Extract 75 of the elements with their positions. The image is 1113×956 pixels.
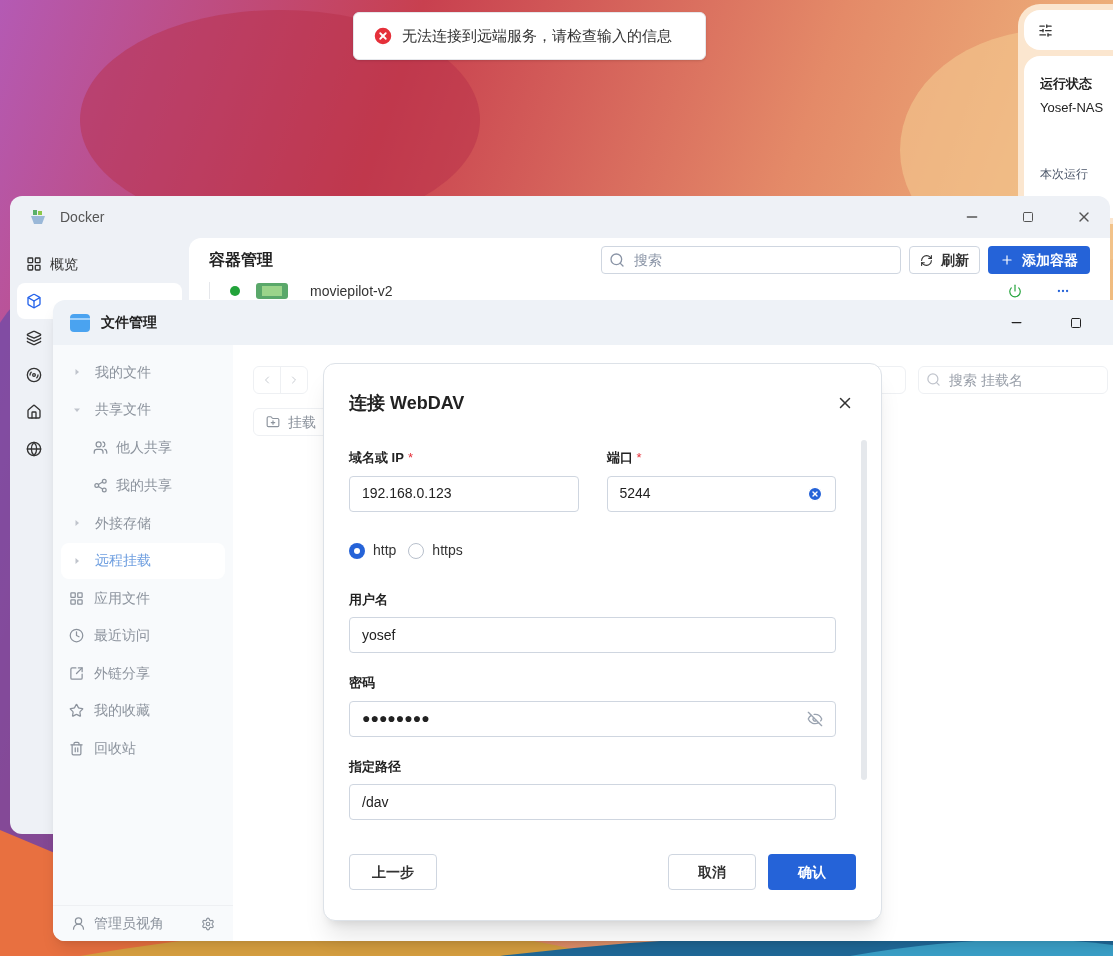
sidebar-item[interactable]: 我的文件 [61,354,225,391]
sidebar-icon [26,256,42,272]
input-field[interactable]: 192.168.0.123 [349,475,579,512]
sidebar-icon [93,440,108,455]
container-row[interactable]: moviepilot-v2 [209,282,1090,299]
panel-title: 容器管理 [209,250,273,270]
previous-button[interactable]: 上一步 [349,854,437,890]
filter-icon[interactable] [1038,22,1053,38]
refresh-button[interactable]: 刷新 [909,246,980,274]
device-name: Yosef-NAS [1040,98,1105,117]
required-mark: * [407,449,413,467]
field-label: 指定路径 [349,757,401,776]
sidebar-item[interactable]: 概览 [17,246,182,282]
input-field[interactable]: yosef [349,617,836,653]
sidebar-icon [69,665,84,681]
eye-off-icon[interactable] [807,710,823,727]
required-mark: * [636,449,642,467]
sidebar-icon[interactable] [26,441,42,457]
radio-button[interactable] [349,542,365,559]
container-name: moviepilot-v2 [310,282,393,299]
error-icon [372,25,394,47]
sidebar-icon [69,740,84,756]
input-field[interactable]: /dav [349,784,836,820]
scrollbar-thumb[interactable] [861,440,867,780]
search-icon [926,372,941,387]
sidebar-icon[interactable] [26,293,42,309]
field-label: 密码 [349,674,375,692]
sidebar-item[interactable]: 我的收藏 [61,692,225,729]
sidebar-item[interactable]: 我的共享 [61,467,225,504]
field-label: 端口 [606,449,633,467]
sidebar-item[interactable]: 远程挂载 [61,542,225,579]
settings-icon[interactable] [201,916,215,931]
sidebar-icon [93,478,108,493]
user-icon [71,916,86,931]
power-icon[interactable] [1008,283,1022,298]
cancel-button[interactable]: 取消 [668,854,756,890]
admin-view-label: 管理员视角 [94,914,164,933]
input-field[interactable]: ●●●●●●●● [349,700,836,737]
radio-option[interactable]: http [349,540,397,561]
maximize-icon[interactable] [1022,211,1034,223]
app-logo-icon [28,207,48,227]
sidebar-icon[interactable] [26,404,42,420]
sidebar-item[interactable]: 他人共享 [61,429,225,466]
folder-icon [69,311,91,334]
input-field[interactable]: 5244 [606,475,836,512]
sidebar-item[interactable]: 最近访问 [61,617,225,654]
sidebar-icon [69,628,84,644]
dialog-title: 连接 WebDAV [349,391,465,415]
sidebar-icon [69,590,84,606]
widget-title: 运行状态 [1040,75,1093,93]
clear-icon[interactable] [807,485,823,502]
search-icon [609,252,625,268]
add-container-button[interactable]: 添加容器 [988,246,1090,274]
search-field[interactable]: 搜索 [601,246,901,274]
sidebar-item[interactable]: 外接存储 [61,505,225,542]
container-icon [254,282,290,299]
sidebar-icon [69,703,84,719]
uptime-label: 本次运行 [1040,166,1089,183]
folder-plus-icon [266,415,280,429]
refresh-icon [920,253,933,267]
field-label: 用户名 [349,590,388,609]
sidebar-item[interactable]: 应用文件 [61,580,225,617]
sidebar-icon[interactable] [26,367,42,383]
window-title: 文件管理 [101,313,157,332]
window-title: Docker [60,207,105,227]
sidebar-item[interactable]: 回收站 [61,730,225,767]
field-label: 域名或 IP [349,449,404,467]
sidebar-item[interactable]: 共享文件 [61,391,225,428]
toast-message: 无法连接到远端服务，请检查输入的信息 [402,25,672,46]
radio-option[interactable]: https [408,540,463,561]
sidebar-icon[interactable] [26,330,42,346]
maximize-icon[interactable] [1070,316,1082,329]
confirm-button[interactable]: 确认 [768,854,856,890]
sidebar-item[interactable]: 外链分享 [61,655,225,692]
plus-icon [1000,253,1014,267]
